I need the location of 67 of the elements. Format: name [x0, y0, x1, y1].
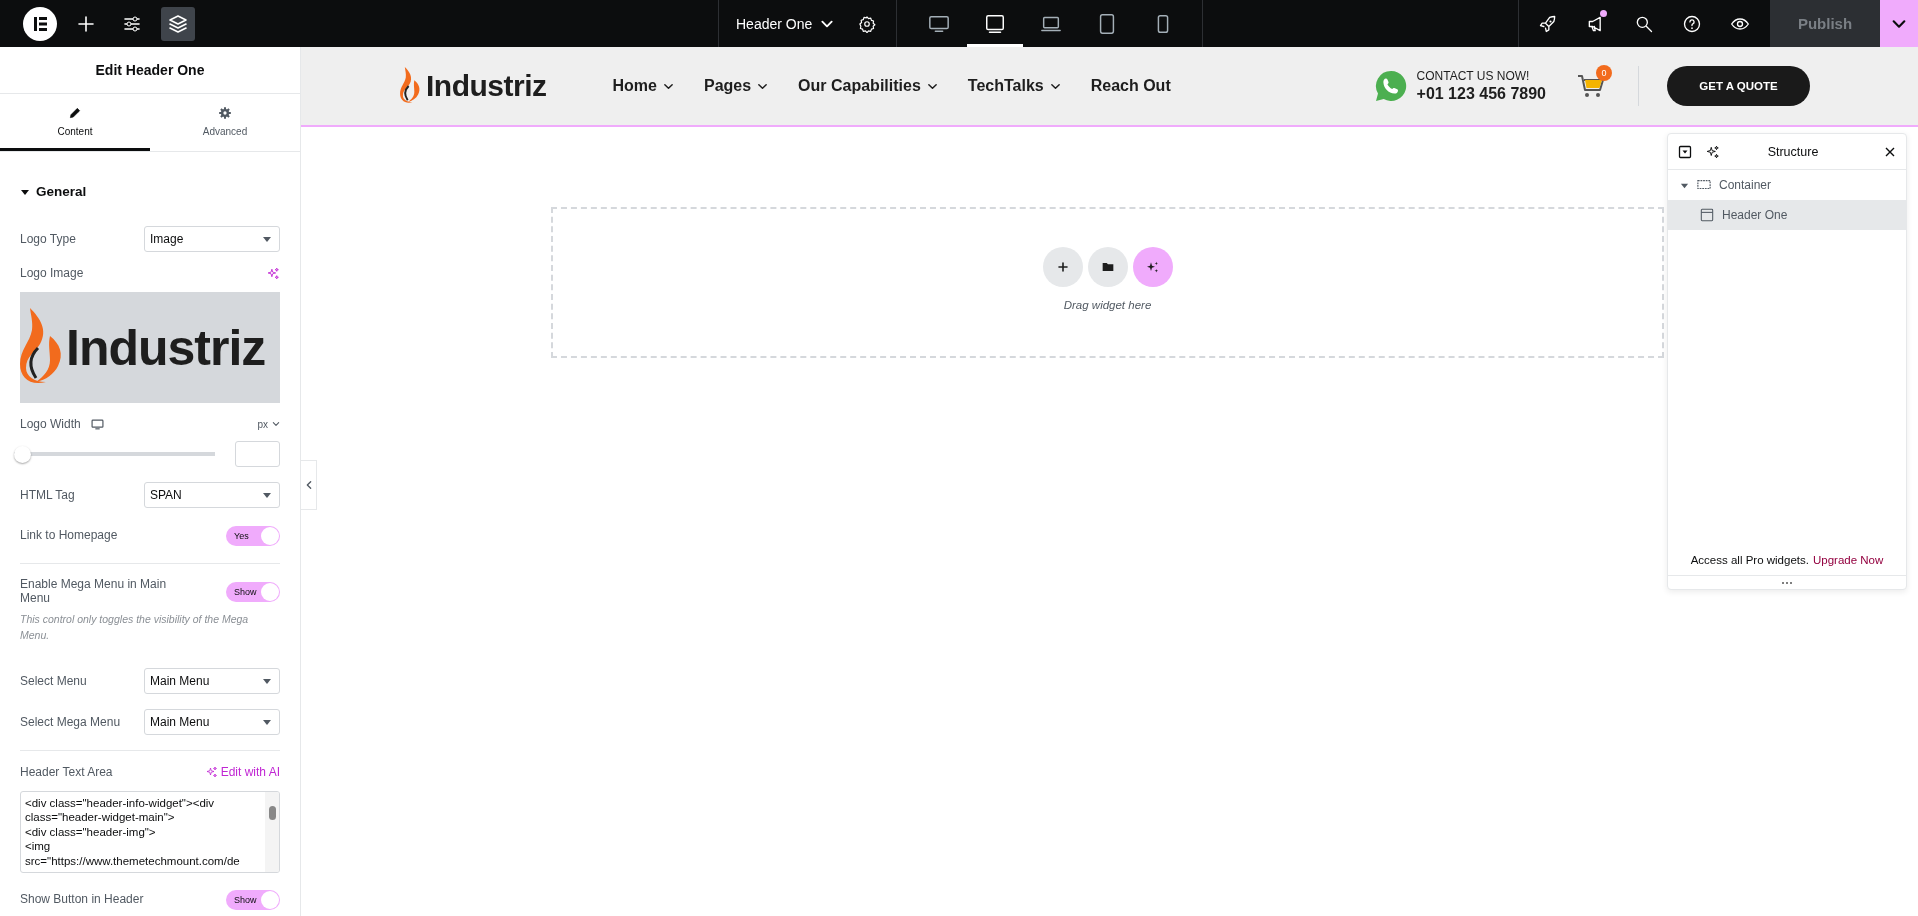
edit-with-ai-link[interactable]: Edit with AI: [205, 764, 280, 779]
panel-tab[interactable]: Advanced: [150, 94, 300, 151]
help-icon[interactable]: [1682, 13, 1702, 34]
tree-item[interactable]: Container: [1668, 170, 1906, 200]
dropdown-box-icon[interactable]: [1678, 144, 1692, 159]
select-field[interactable]: SPAN: [144, 481, 280, 508]
flame-icon: [400, 67, 422, 105]
nav-link[interactable]: Pages: [703, 77, 769, 95]
field-label: Logo Type: [20, 231, 76, 246]
sparkle-icon: [205, 765, 218, 778]
template-button[interactable]: [1087, 246, 1128, 287]
tablet-landscape-icon: [984, 12, 1006, 35]
promo-text: Access all Pro widgets.: [1690, 554, 1809, 566]
dots-icon: [1781, 580, 1793, 585]
field-label: Select Mega Menu: [20, 715, 121, 730]
panel-title: Structure: [1766, 144, 1820, 159]
nav-link[interactable]: Our Capabilities: [798, 77, 938, 95]
container-icon: [1697, 178, 1711, 192]
field-label: HTML Tag: [20, 487, 75, 502]
chevron-down-icon: [272, 420, 280, 428]
select-field[interactable]: Image: [144, 225, 280, 252]
layers-icon[interactable]: [161, 6, 195, 41]
close-icon[interactable]: [1884, 145, 1896, 158]
get-quote-button[interactable]: GET A QUOTE: [1667, 66, 1810, 106]
document-title[interactable]: Header One: [736, 15, 813, 32]
number-input-field[interactable]: [235, 441, 280, 467]
toggle-switch[interactable]: Show: [226, 581, 280, 602]
toggle-switch[interactable]: Show: [226, 890, 280, 911]
nav-link[interactable]: Reach Out: [1090, 77, 1171, 95]
section-header[interactable]: General: [20, 184, 280, 199]
toggle-switch[interactable]: Yes: [226, 525, 280, 546]
publish-options-button[interactable]: [1880, 0, 1918, 47]
drop-hint: Drag widget here: [1063, 298, 1152, 311]
panel-title: Edit Header One: [0, 47, 300, 94]
control-description: This control only toggles the visibility of the Mega Menu.: [20, 612, 250, 644]
field-label: Enable Mega Menu in Main Menu: [20, 578, 168, 605]
monitor-icon[interactable]: [90, 417, 104, 431]
logo-image-preview[interactable]: Industriz: [20, 292, 280, 403]
contact-label: CONTACT US NOW!: [1416, 69, 1531, 83]
rocket-icon[interactable]: [1538, 13, 1558, 34]
field-label: Link to Homepage: [20, 528, 118, 543]
tree-item[interactable]: Header One: [1668, 200, 1906, 230]
panel-tab[interactable]: Content: [0, 94, 150, 151]
window-icon: [1700, 208, 1714, 222]
pencil-icon: [68, 105, 82, 120]
sparkle-icon[interactable]: [1706, 144, 1720, 159]
logo-text: Industriz: [66, 318, 266, 377]
nav-link[interactable]: TechTalks: [967, 77, 1061, 95]
elementor-logo-icon[interactable]: [23, 6, 57, 41]
gear-icon: [218, 105, 232, 120]
cart-count-badge: 0: [1596, 65, 1612, 81]
settings-icon[interactable]: [858, 14, 877, 33]
field-label: Select Menu: [20, 674, 87, 689]
field-label: Logo Image: [20, 266, 84, 280]
phone-number: +01 123 456 7890: [1416, 85, 1546, 103]
upgrade-link[interactable]: Upgrade Now: [1812, 554, 1884, 566]
field-label: Header Text Area: [20, 764, 113, 779]
field-label: Logo Width: [20, 417, 81, 431]
select-field[interactable]: Main Menu: [144, 668, 280, 695]
collapse-panel-handle[interactable]: [301, 460, 317, 510]
logo-text[interactable]: Industriz: [426, 69, 547, 103]
slider-thumb[interactable]: [14, 445, 31, 463]
nav-link[interactable]: Home: [612, 77, 674, 95]
unit-selector[interactable]: px: [257, 418, 280, 430]
select-field[interactable]: Main Menu: [144, 709, 280, 736]
field-label: Show Button in Header: [20, 893, 144, 907]
chat-phone-icon: [1373, 69, 1408, 103]
